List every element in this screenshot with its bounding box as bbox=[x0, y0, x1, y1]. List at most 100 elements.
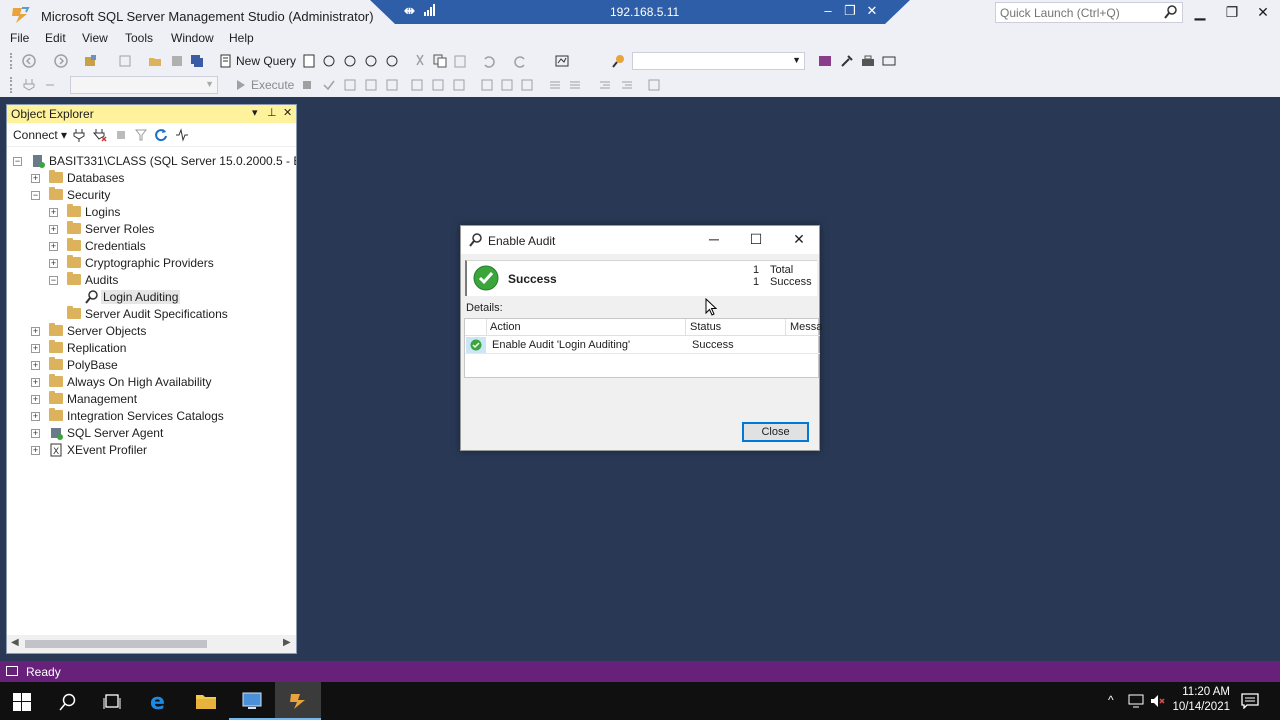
toolbox-icon[interactable] bbox=[861, 54, 875, 68]
increase-indent-icon[interactable] bbox=[620, 78, 634, 92]
expand-icon[interactable]: + bbox=[31, 344, 40, 353]
results-file-icon[interactable] bbox=[520, 78, 534, 92]
open-file-icon[interactable] bbox=[148, 54, 162, 68]
undo-icon[interactable] bbox=[481, 54, 495, 68]
connect-button[interactable]: Connect ▾ bbox=[13, 128, 67, 142]
disconnect-icon[interactable] bbox=[93, 128, 107, 142]
close-button[interactable]: Close bbox=[742, 422, 809, 442]
collapse-icon[interactable]: − bbox=[31, 191, 40, 200]
column-header-action[interactable]: Action bbox=[490, 321, 521, 333]
execute-icon[interactable] bbox=[234, 78, 248, 92]
network-icon[interactable] bbox=[1128, 694, 1144, 708]
dax-query-icon[interactable] bbox=[385, 54, 399, 68]
comment-icon[interactable] bbox=[548, 78, 562, 92]
remote-minimize-button[interactable]: – bbox=[820, 3, 836, 18]
change-connection-icon[interactable] bbox=[43, 78, 57, 92]
find-icon[interactable] bbox=[612, 54, 626, 68]
menu-help[interactable]: Help bbox=[229, 31, 254, 45]
query-options-icon[interactable] bbox=[364, 78, 378, 92]
toolbar-grip[interactable] bbox=[10, 53, 14, 69]
panel-close-icon[interactable]: ✕ bbox=[283, 106, 292, 119]
execute-button[interactable]: Execute bbox=[251, 78, 294, 92]
column-divider[interactable] bbox=[685, 319, 686, 336]
new-project-icon[interactable] bbox=[83, 54, 97, 68]
panel-menu-icon[interactable]: ▾ bbox=[252, 106, 258, 119]
system-clock[interactable]: 11:20 AM 10/14/2021 bbox=[1168, 685, 1230, 715]
column-header-message[interactable]: Messa bbox=[790, 321, 822, 333]
column-header-status[interactable]: Status bbox=[690, 321, 721, 333]
expand-icon[interactable]: + bbox=[31, 429, 40, 438]
specify-values-icon[interactable] bbox=[647, 78, 661, 92]
horizontal-scrollbar[interactable]: ◀ ▶ bbox=[7, 635, 296, 653]
menu-edit[interactable]: Edit bbox=[45, 31, 66, 45]
cut-icon[interactable] bbox=[413, 54, 427, 68]
save-icon[interactable] bbox=[170, 54, 184, 68]
new-query-icon[interactable] bbox=[219, 54, 233, 68]
quick-launch-input[interactable] bbox=[996, 3, 1156, 22]
new-query-button[interactable]: New Query bbox=[236, 54, 296, 68]
expand-icon[interactable]: + bbox=[49, 242, 58, 251]
scroll-right-icon[interactable]: ▶ bbox=[283, 637, 291, 648]
redo-icon[interactable] bbox=[514, 54, 528, 68]
expand-icon[interactable]: + bbox=[31, 446, 40, 455]
results-grid-icon[interactable] bbox=[500, 78, 514, 92]
collapse-icon[interactable]: − bbox=[13, 157, 22, 166]
expand-icon[interactable]: + bbox=[31, 412, 40, 421]
connect-icon[interactable] bbox=[22, 78, 36, 92]
paste-icon[interactable] bbox=[453, 54, 467, 68]
expand-icon[interactable]: + bbox=[31, 174, 40, 183]
add-item-icon[interactable] bbox=[118, 54, 132, 68]
menu-window[interactable]: Window bbox=[171, 31, 214, 45]
close-window-button[interactable]: ✕ bbox=[1251, 4, 1275, 24]
stop-icon[interactable] bbox=[115, 129, 127, 141]
column-divider[interactable] bbox=[785, 319, 786, 336]
pin-icon[interactable]: ⇹ bbox=[404, 3, 415, 19]
table-row[interactable]: Enable Audit 'Login Auditing' Success bbox=[465, 336, 820, 354]
expand-icon[interactable]: + bbox=[31, 361, 40, 370]
search-icon[interactable] bbox=[59, 693, 77, 711]
notification-center-icon[interactable] bbox=[1241, 693, 1259, 709]
remote-close-button[interactable]: ✕ bbox=[864, 3, 880, 19]
forward-icon[interactable] bbox=[54, 54, 68, 68]
mdx-query-icon[interactable] bbox=[322, 54, 336, 68]
scroll-left-icon[interactable]: ◀ bbox=[11, 637, 19, 648]
estimated-plan-icon[interactable] bbox=[343, 78, 357, 92]
dialog-maximize-button[interactable]: ☐ bbox=[744, 231, 768, 249]
xmla-query-icon[interactable] bbox=[364, 54, 378, 68]
available-databases-combo[interactable]: ▼ bbox=[70, 76, 218, 94]
task-view-icon[interactable] bbox=[103, 693, 121, 711]
refresh-icon[interactable] bbox=[154, 128, 168, 142]
minimize-button[interactable]: ▁ bbox=[1188, 4, 1212, 24]
taskbar-edge[interactable]: e bbox=[137, 682, 183, 720]
show-hidden-icons-icon[interactable]: ^ bbox=[1108, 693, 1114, 707]
properties-icon[interactable] bbox=[840, 54, 854, 68]
expand-icon[interactable]: + bbox=[49, 259, 58, 268]
client-stats-icon[interactable] bbox=[452, 78, 466, 92]
options-icon[interactable] bbox=[882, 54, 896, 68]
activity-icon[interactable] bbox=[175, 128, 189, 142]
solution-config-combo[interactable]: ▼ bbox=[632, 52, 805, 70]
parse-icon[interactable] bbox=[322, 78, 336, 92]
volume-muted-icon[interactable] bbox=[1150, 694, 1166, 708]
decrease-indent-icon[interactable] bbox=[598, 78, 612, 92]
actual-plan-icon[interactable] bbox=[410, 78, 424, 92]
windows-start-icon[interactable] bbox=[13, 693, 31, 711]
toolbar-grip[interactable] bbox=[10, 77, 14, 93]
taskbar-ssms[interactable] bbox=[275, 682, 321, 720]
cancel-query-icon[interactable] bbox=[300, 78, 314, 92]
live-stats-icon[interactable] bbox=[431, 78, 445, 92]
uncomment-icon[interactable] bbox=[568, 78, 582, 92]
dialog-close-button[interactable]: ✕ bbox=[787, 231, 811, 249]
expand-icon[interactable]: + bbox=[31, 395, 40, 404]
copy-icon[interactable] bbox=[433, 54, 447, 68]
collapse-icon[interactable]: − bbox=[49, 276, 58, 285]
database-engine-query-icon[interactable] bbox=[302, 54, 316, 68]
expand-icon[interactable]: + bbox=[49, 225, 58, 234]
results-text-icon[interactable] bbox=[480, 78, 494, 92]
menu-file[interactable]: File bbox=[10, 31, 29, 45]
taskbar-rdp[interactable] bbox=[229, 682, 275, 720]
quick-launch-box[interactable] bbox=[995, 2, 1183, 23]
expand-icon[interactable]: + bbox=[31, 378, 40, 387]
filter-icon[interactable] bbox=[135, 129, 147, 141]
intellisense-icon[interactable] bbox=[385, 78, 399, 92]
